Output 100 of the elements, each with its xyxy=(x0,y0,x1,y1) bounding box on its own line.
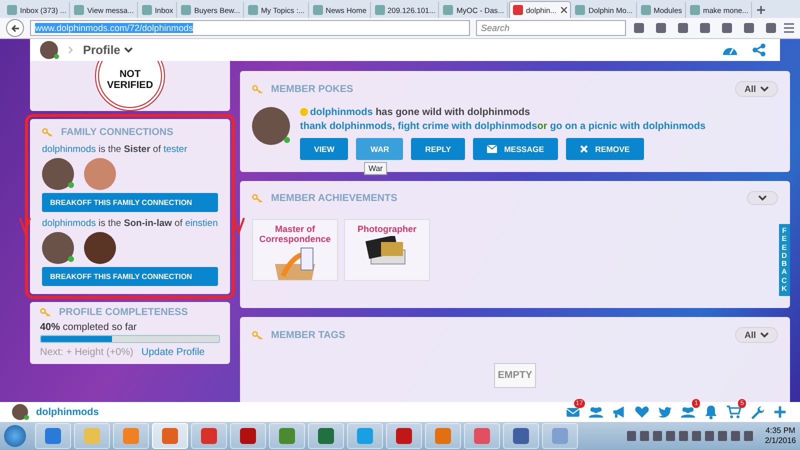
toolbar-icons-drawing[interactable] xyxy=(634,22,794,34)
favicon-icon xyxy=(312,5,323,15)
poke-action-link[interactable]: fight crime with dolphinmods xyxy=(398,121,538,132)
cart-icon[interactable] xyxy=(726,404,742,420)
app-tile-icon xyxy=(396,428,412,444)
completion-text: 40% completed so far xyxy=(40,322,138,333)
taskbar-app[interactable] xyxy=(269,423,305,449)
app-tile-icon xyxy=(513,428,529,444)
poke-action-button[interactable]: MESSAGE xyxy=(473,138,558,160)
taskbar-app[interactable] xyxy=(386,423,422,449)
back-button[interactable] xyxy=(6,19,24,37)
plus-icon[interactable] xyxy=(757,6,766,14)
filter-dropdown[interactable]: All xyxy=(735,81,778,97)
taskbar-app[interactable] xyxy=(191,423,227,449)
favicon-icon xyxy=(575,5,586,15)
poke-text: dolphinmods has gone wild with dolphinmods xyxy=(310,107,530,118)
favicon-icon xyxy=(74,5,84,15)
avatar-photo[interactable] xyxy=(12,404,28,420)
heart-icon[interactable] xyxy=(634,404,650,420)
sun-icon xyxy=(300,108,308,116)
connection-sentence: dolphinmods is the Son-in-law of einstien xyxy=(42,218,218,229)
poke-action-button[interactable]: REMOVE xyxy=(566,138,644,160)
clock[interactable]: 4:35 PM 2/1/2016 xyxy=(764,426,796,446)
app-tile-icon xyxy=(318,428,334,444)
app-tile-icon xyxy=(84,428,100,444)
avatar-photo[interactable] xyxy=(40,41,58,59)
plus-icon[interactable] xyxy=(772,404,788,420)
app-tile-icon xyxy=(279,428,295,444)
bell-icon[interactable] xyxy=(703,404,719,420)
chevron-down-icon xyxy=(124,47,134,53)
people-icon[interactable] xyxy=(588,404,604,420)
taskbar-app[interactable] xyxy=(230,423,266,449)
bird-icon[interactable] xyxy=(657,404,673,420)
arrow-left-icon xyxy=(10,24,20,32)
avatar-photo[interactable] xyxy=(84,232,116,264)
member-link[interactable]: einstien xyxy=(185,218,218,229)
tooltip: War xyxy=(364,162,387,175)
key-icon xyxy=(252,194,263,202)
taskbar-app[interactable] xyxy=(464,423,500,449)
favicon-icon xyxy=(640,5,651,15)
share-icon[interactable] xyxy=(752,43,766,57)
key-icon xyxy=(42,128,53,137)
next-step-text: Next: + Height (+0%) xyxy=(40,347,134,358)
avatar-photo[interactable] xyxy=(42,232,74,264)
collapse-dropdown[interactable] xyxy=(747,191,778,205)
people-icon[interactable] xyxy=(680,404,696,420)
poke-action-link[interactable]: go on a picnic with dolphinmods xyxy=(550,121,706,132)
close-icon xyxy=(580,145,588,153)
favicon-icon xyxy=(513,5,523,15)
app-tile-icon xyxy=(201,428,217,444)
member-link[interactable]: dolphinmods xyxy=(42,144,96,155)
favicon-icon xyxy=(142,5,152,15)
achievement-badge[interactable]: Master of Correspondence xyxy=(252,219,338,281)
card-title: MEMBER ACHIEVEMENTS xyxy=(271,192,398,204)
taskbar-app[interactable] xyxy=(503,423,539,449)
poke-action-button[interactable]: VIEW xyxy=(300,138,348,160)
envelope-icon xyxy=(487,145,498,153)
wrench-icon[interactable] xyxy=(749,404,765,420)
chevron-right-icon xyxy=(68,46,73,54)
app-tile-icon xyxy=(552,428,568,444)
address-field[interactable]: www.dolphinmods.com/72/dolphinmods xyxy=(30,20,470,36)
poke-action-button[interactable]: REPLY xyxy=(411,138,466,160)
taskbar-app[interactable] xyxy=(152,423,188,449)
app-tile-icon xyxy=(45,428,61,444)
poke-action-link[interactable]: thank dolphinmods xyxy=(300,121,392,132)
search-field[interactable]: Search xyxy=(476,20,626,36)
megaphone-icon[interactable] xyxy=(611,404,627,420)
favicon-icon xyxy=(7,5,17,15)
taskbar-app[interactable] xyxy=(308,423,344,449)
chevron-down-icon xyxy=(760,86,769,92)
connection-sentence: dolphinmods is the Sister of tester xyxy=(42,144,188,155)
avatar-photo[interactable] xyxy=(252,107,290,145)
member-link[interactable]: dolphinmods xyxy=(42,218,96,229)
key-icon xyxy=(252,84,263,94)
username-link[interactable]: dolphinmods xyxy=(36,406,99,418)
empty-state-label: EMPTY xyxy=(494,363,536,388)
achievement-badge[interactable]: Photographer xyxy=(344,219,430,281)
key-icon xyxy=(40,308,51,317)
card-title: FAMILY CONNECTIONS xyxy=(61,127,174,138)
taskbar-app[interactable] xyxy=(347,423,383,449)
member-link[interactable]: dolphinmods xyxy=(310,107,373,118)
app-tile-icon xyxy=(435,428,451,444)
filter-dropdown[interactable]: All xyxy=(735,327,778,343)
card-title: PROFILE COMPLETENESS xyxy=(59,307,188,318)
favicon-icon xyxy=(181,5,192,15)
joiner-text: , xyxy=(392,121,395,132)
key-icon xyxy=(252,330,263,340)
chevron-down-icon xyxy=(758,195,767,201)
taskbar-app[interactable] xyxy=(35,423,71,449)
start-button[interactable] xyxy=(4,425,26,447)
avatar-photo[interactable] xyxy=(42,158,74,190)
app-tile-icon xyxy=(123,428,139,444)
update-profile-link[interactable]: Update Profile xyxy=(141,347,205,358)
close-tab-icon[interactable] xyxy=(561,7,568,13)
favicon-icon xyxy=(374,5,385,15)
member-link[interactable]: tester xyxy=(163,144,188,155)
profile-menu[interactable]: Profile xyxy=(83,43,134,57)
card-title: MEMBER POKES xyxy=(271,84,354,94)
taskbar-app[interactable] xyxy=(425,423,461,449)
app-tile-icon xyxy=(162,428,178,444)
